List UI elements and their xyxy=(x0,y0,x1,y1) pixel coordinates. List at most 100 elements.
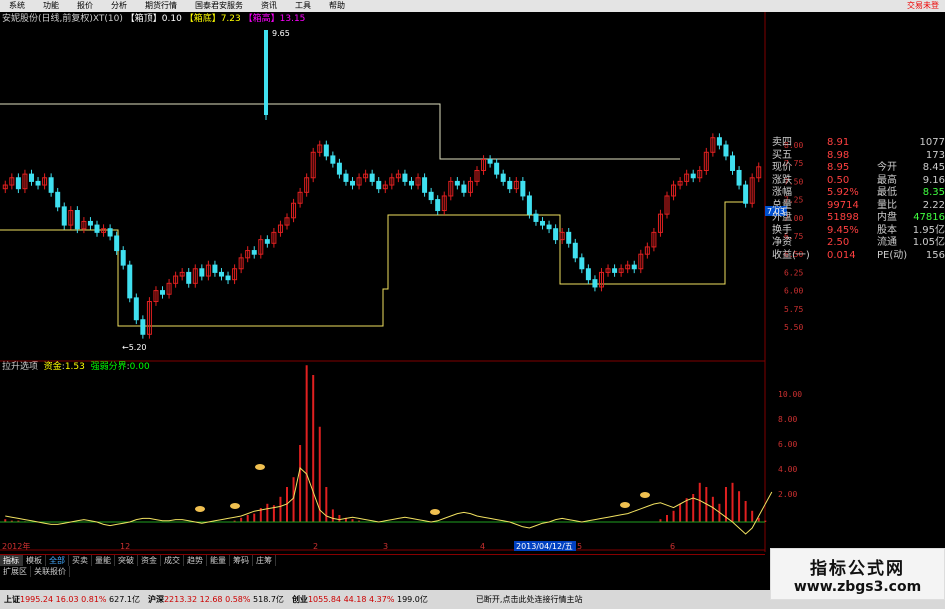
candle-body xyxy=(428,191,434,201)
date-label: 2013/04/12/五 xyxy=(516,542,573,551)
menu-item-6[interactable]: 资讯 xyxy=(252,0,286,12)
quote-value-2: 8.45 xyxy=(922,162,945,173)
tab-2[interactable]: 全部 xyxy=(46,555,69,566)
xaxis-label: 12 xyxy=(120,542,130,551)
tab-8[interactable]: 趋势 xyxy=(184,555,207,566)
quote-label-2: 最低 xyxy=(877,187,897,198)
xaxis-label: 6 xyxy=(670,542,675,551)
tab2-1[interactable]: 关联报价 xyxy=(31,566,70,577)
candle-body xyxy=(500,173,506,182)
quote-label-2: 今开 xyxy=(877,162,897,173)
quote-value: 0.50 xyxy=(827,174,850,186)
candle-body xyxy=(107,228,113,237)
price-tick: 6.00 xyxy=(784,287,803,296)
tab-10[interactable]: 筹码 xyxy=(230,555,253,566)
menu-item-8[interactable]: 帮助 xyxy=(320,0,354,12)
price-tick: 5.50 xyxy=(784,323,803,332)
quote-label-2: 流通 xyxy=(877,237,897,248)
candle-body xyxy=(343,173,349,182)
tab-4[interactable]: 量能 xyxy=(92,555,115,566)
watermark: 指标公式网 www.zbgs3.com xyxy=(770,548,945,600)
tab2-0[interactable]: 扩展区 xyxy=(0,566,31,577)
xaxis-label: 5 xyxy=(577,542,582,551)
quote-row: 涨幅 5.92% 最低 8.35 xyxy=(772,187,945,200)
candle-body xyxy=(55,191,61,208)
quote-value-2: 2.22 xyxy=(922,199,945,211)
quote-label-2: 量比 xyxy=(877,199,897,211)
sub-tick: 10.00 xyxy=(778,390,802,399)
kline-chart[interactable]: 8.007.757.507.257.006.756.506.256.005.75… xyxy=(0,12,945,552)
candle-body xyxy=(487,159,493,164)
sub-tick: 2.00 xyxy=(778,490,797,499)
tab-1[interactable]: 模板 xyxy=(23,555,46,566)
tab-3[interactable]: 买卖 xyxy=(69,555,92,566)
candle-body xyxy=(330,155,336,164)
quote-value: 51898 xyxy=(827,212,859,223)
candle-body xyxy=(533,213,539,222)
menu-item-0[interactable]: 系统 xyxy=(0,0,34,12)
index-quote[interactable]: 创业1055.84 44.18 4.37% 199.0亿 xyxy=(288,594,432,605)
quote-value: 2.50 xyxy=(827,237,850,248)
sub-tick: 4.00 xyxy=(778,465,797,474)
xaxis-label: 2012年 xyxy=(2,541,30,551)
tab-5[interactable]: 突破 xyxy=(115,555,138,566)
candle-body xyxy=(127,264,133,299)
stock-info-bar: 安妮股份(日线,前复权)XT(10) 【箱顶】0.10 【箱底】7.23 【箱高… xyxy=(2,14,305,25)
menu-item-3[interactable]: 分析 xyxy=(102,0,136,12)
menu-item-1[interactable]: 功能 xyxy=(34,0,68,12)
signal-line xyxy=(5,467,773,535)
fund-value: 1.53 xyxy=(64,362,85,372)
quote-label-2: 最高 xyxy=(877,174,897,186)
box-bottom-label: 【箱底】 xyxy=(184,14,221,24)
quote-value-2: 8.35 xyxy=(922,187,945,198)
quote-value: 8.91 xyxy=(827,137,850,148)
quote-value: 9.45% xyxy=(827,224,859,236)
candle-body xyxy=(579,257,585,270)
quote-value-2: 173 xyxy=(925,149,945,161)
candle-body xyxy=(212,264,218,273)
candle-body xyxy=(218,271,224,277)
index-quote[interactable]: 沪深2213.32 12.68 0.58% 518.7亿 xyxy=(144,594,288,605)
fund-label: 资金 xyxy=(43,362,62,372)
menu-item-7[interactable]: 工具 xyxy=(286,0,320,12)
candle-body xyxy=(94,224,100,233)
candle-body xyxy=(251,250,257,255)
tab-11[interactable]: 庄筹 xyxy=(253,555,276,566)
candle-body xyxy=(520,180,526,197)
sub-tick: 8.00 xyxy=(778,415,797,424)
candle-body xyxy=(592,279,598,288)
signal-marker xyxy=(230,503,240,509)
candle-body xyxy=(28,173,34,182)
candle-body xyxy=(350,180,356,186)
candle-body xyxy=(494,162,500,175)
candle-body xyxy=(74,210,80,230)
index-quote[interactable]: 上证1995.24 16.03 0.81% 627.1亿 xyxy=(0,594,144,605)
candle-body xyxy=(408,180,414,186)
connection-status[interactable]: 已断开,点击此处连接行情主站 xyxy=(472,594,587,605)
price-tick: 6.25 xyxy=(784,268,803,277)
signal-marker xyxy=(195,506,205,512)
quote-row: 现价 8.95 今开 8.45 xyxy=(772,162,945,175)
menu-item-2[interactable]: 报价 xyxy=(68,0,102,12)
candle-body xyxy=(376,180,382,190)
quote-value: 8.98 xyxy=(827,149,850,161)
trade-login-status[interactable]: 交易未登 xyxy=(907,0,939,12)
tab-6[interactable]: 资金 xyxy=(138,555,161,566)
tab-7[interactable]: 成交 xyxy=(161,555,184,566)
quote-label-2: PE(动) xyxy=(877,249,908,261)
xaxis-label: 2 xyxy=(313,542,318,551)
candle-body xyxy=(546,224,552,230)
menu-item-5[interactable]: 国泰君安服务 xyxy=(186,0,252,12)
quote-row: 外盘 51898 内盘 47816 xyxy=(772,212,945,225)
menu-bar: 系统 功能 报价 分析 期货行情 国泰君安服务 资讯 工具 帮助 xyxy=(0,0,945,12)
candle-body xyxy=(323,144,329,157)
quote-label: 外盘 xyxy=(772,212,792,223)
sub-tick: 6.00 xyxy=(778,440,797,449)
candle-body xyxy=(160,290,166,295)
tab-9[interactable]: 能量 xyxy=(207,555,230,566)
quote-row: 买五 8.98 173 xyxy=(772,150,945,163)
xaxis-label: 4 xyxy=(480,542,485,551)
trend-label: 强弱分界 xyxy=(90,362,127,372)
tab-0[interactable]: 指标 xyxy=(0,555,23,566)
menu-item-4[interactable]: 期货行情 xyxy=(136,0,186,12)
